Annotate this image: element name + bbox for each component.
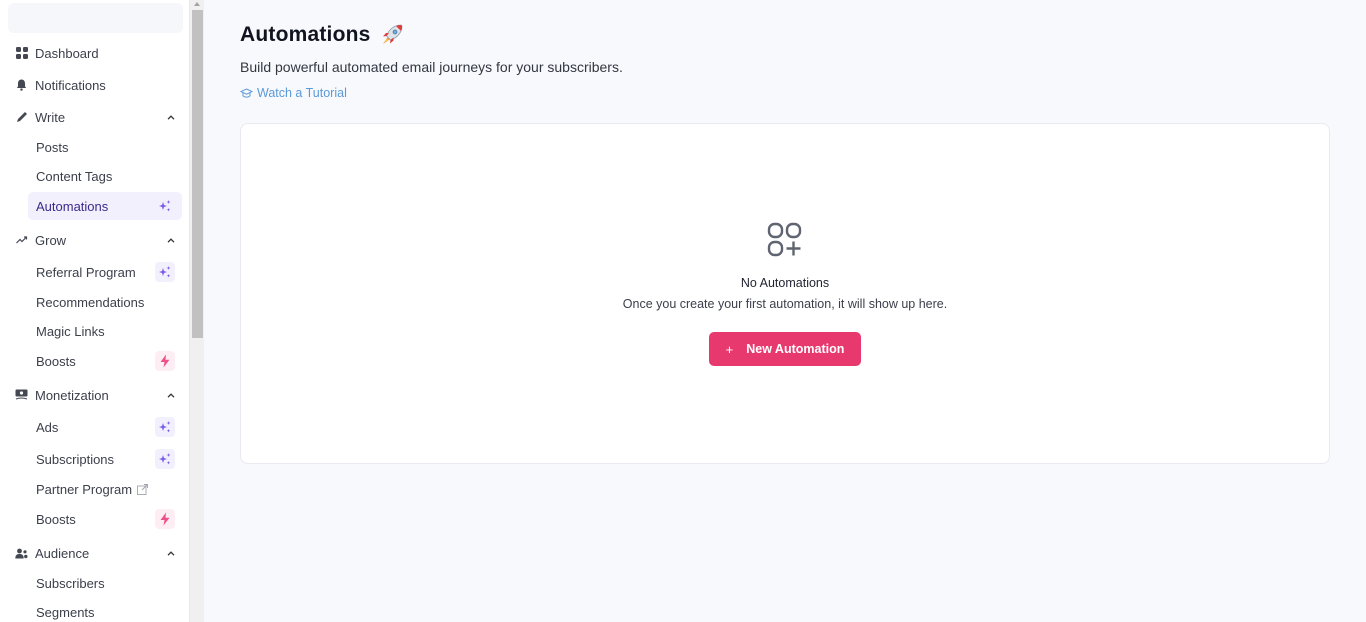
money-icon: [15, 389, 28, 402]
sidebar-section-audience[interactable]: Audience: [0, 539, 189, 567]
sidebar-item-label: Automations: [36, 198, 109, 214]
bell-icon: [15, 79, 28, 92]
sidebar-item-dashboard[interactable]: Dashboard: [0, 39, 189, 67]
sparkles-icon: [155, 449, 175, 469]
publication-switcher[interactable]: [8, 3, 183, 33]
users-icon: [15, 547, 28, 560]
chevron-up-icon[interactable]: [165, 547, 177, 559]
new-automation-label: New Automation: [746, 342, 845, 356]
sparkles-icon: [155, 262, 175, 282]
rocket-icon: [379, 22, 405, 48]
new-automation-button[interactable]: + New Automation: [709, 332, 861, 366]
sidebar-item-posts[interactable]: Posts: [28, 133, 182, 161]
sidebar-item-label: Boosts: [36, 511, 76, 527]
sidebar-section-label: Audience: [35, 545, 90, 561]
sidebar-item-label: Boosts: [36, 353, 76, 369]
sidebar-item-content-tags[interactable]: Content Tags: [28, 162, 182, 190]
sidebar-item-label: Subscriptions: [36, 451, 115, 467]
automations-card: No Automations Once you create your firs…: [240, 123, 1330, 464]
sidebar-section-monetization[interactable]: Monetization: [0, 381, 189, 409]
sidebar-item-recommendations[interactable]: Recommendations: [28, 288, 182, 316]
pencil-icon: [15, 111, 28, 124]
external-link-icon: [137, 483, 149, 495]
sidebar-item-magic-links[interactable]: Magic Links: [28, 317, 182, 345]
sidebar-item-label: Posts: [36, 139, 69, 155]
sidebar: Dashboard Notifications Write Posts Cont…: [0, 0, 189, 622]
sidebar-item-label: Segments: [36, 604, 95, 620]
lightning-icon: [155, 509, 175, 529]
watch-tutorial-link[interactable]: Watch a Tutorial: [240, 86, 347, 100]
sidebar-item-automations[interactable]: Automations: [28, 192, 182, 220]
sidebar-section-label: Write: [35, 109, 66, 125]
sidebar-item-boosts-monetization[interactable]: Boosts: [28, 505, 182, 533]
empty-state: No Automations Once you create your firs…: [241, 222, 1329, 366]
graduation-cap-icon: [240, 87, 253, 99]
sidebar-item-label: Recommendations: [36, 294, 145, 310]
sidebar-item-segments[interactable]: Segments: [28, 598, 182, 622]
page-subtitle: Build powerful automated email journeys …: [240, 59, 623, 75]
sidebar-item-label: Referral Program: [36, 264, 136, 280]
sidebar-item-subscribers[interactable]: Subscribers: [28, 569, 182, 597]
page-title-text: Automations: [240, 23, 371, 46]
sidebar-scrollbar[interactable]: [189, 0, 204, 622]
sidebar-section-label: Monetization: [35, 387, 109, 403]
dashboard-grid-icon: [15, 47, 28, 60]
sparkles-icon: [155, 417, 175, 437]
sparkles-icon: [155, 196, 175, 216]
sidebar-section-write[interactable]: Write: [0, 103, 189, 131]
lightning-icon: [155, 351, 175, 371]
sidebar-item-partner-program[interactable]: Partner Program: [28, 475, 182, 503]
main-content: Automations Build powerful automated ema…: [205, 0, 1366, 622]
sidebar-item-label: Content Tags: [36, 168, 113, 184]
sidebar-item-ads[interactable]: Ads: [28, 413, 182, 441]
sidebar-item-referral-program[interactable]: Referral Program: [28, 258, 182, 286]
sidebar-item-notifications[interactable]: Notifications: [0, 71, 189, 99]
empty-state-description: Once you create your first automation, i…: [622, 297, 948, 311]
page-title: Automations: [240, 22, 405, 48]
chevron-up-icon[interactable]: [165, 234, 177, 246]
trend-up-icon: [15, 234, 28, 247]
sidebar-item-label: Magic Links: [36, 323, 105, 339]
plus-icon: +: [725, 341, 734, 357]
sidebar-item-subscriptions[interactable]: Subscriptions: [28, 445, 182, 473]
empty-state-title: No Automations: [740, 276, 830, 290]
sidebar-item-label: Subscribers: [36, 575, 105, 591]
sidebar-item-label: Dashboard: [35, 45, 99, 61]
sidebar-section-grow[interactable]: Grow: [0, 226, 189, 254]
watch-tutorial-label: Watch a Tutorial: [257, 86, 347, 100]
scrollbar-thumb[interactable]: [192, 10, 203, 338]
sidebar-section-label: Grow: [35, 232, 67, 248]
sidebar-item-label: Partner Program: [36, 481, 133, 497]
sidebar-item-label: Ads: [36, 419, 59, 435]
app: Dashboard Notifications Write Posts Cont…: [0, 0, 1366, 622]
sidebar-item-label: Notifications: [35, 77, 106, 93]
sidebar-item-boosts[interactable]: Boosts: [28, 347, 182, 375]
squares-plus-icon: [767, 222, 802, 257]
chevron-up-icon[interactable]: [165, 389, 177, 401]
chevron-up-icon[interactable]: [165, 111, 177, 123]
scroll-up-arrow-icon[interactable]: [194, 2, 200, 6]
